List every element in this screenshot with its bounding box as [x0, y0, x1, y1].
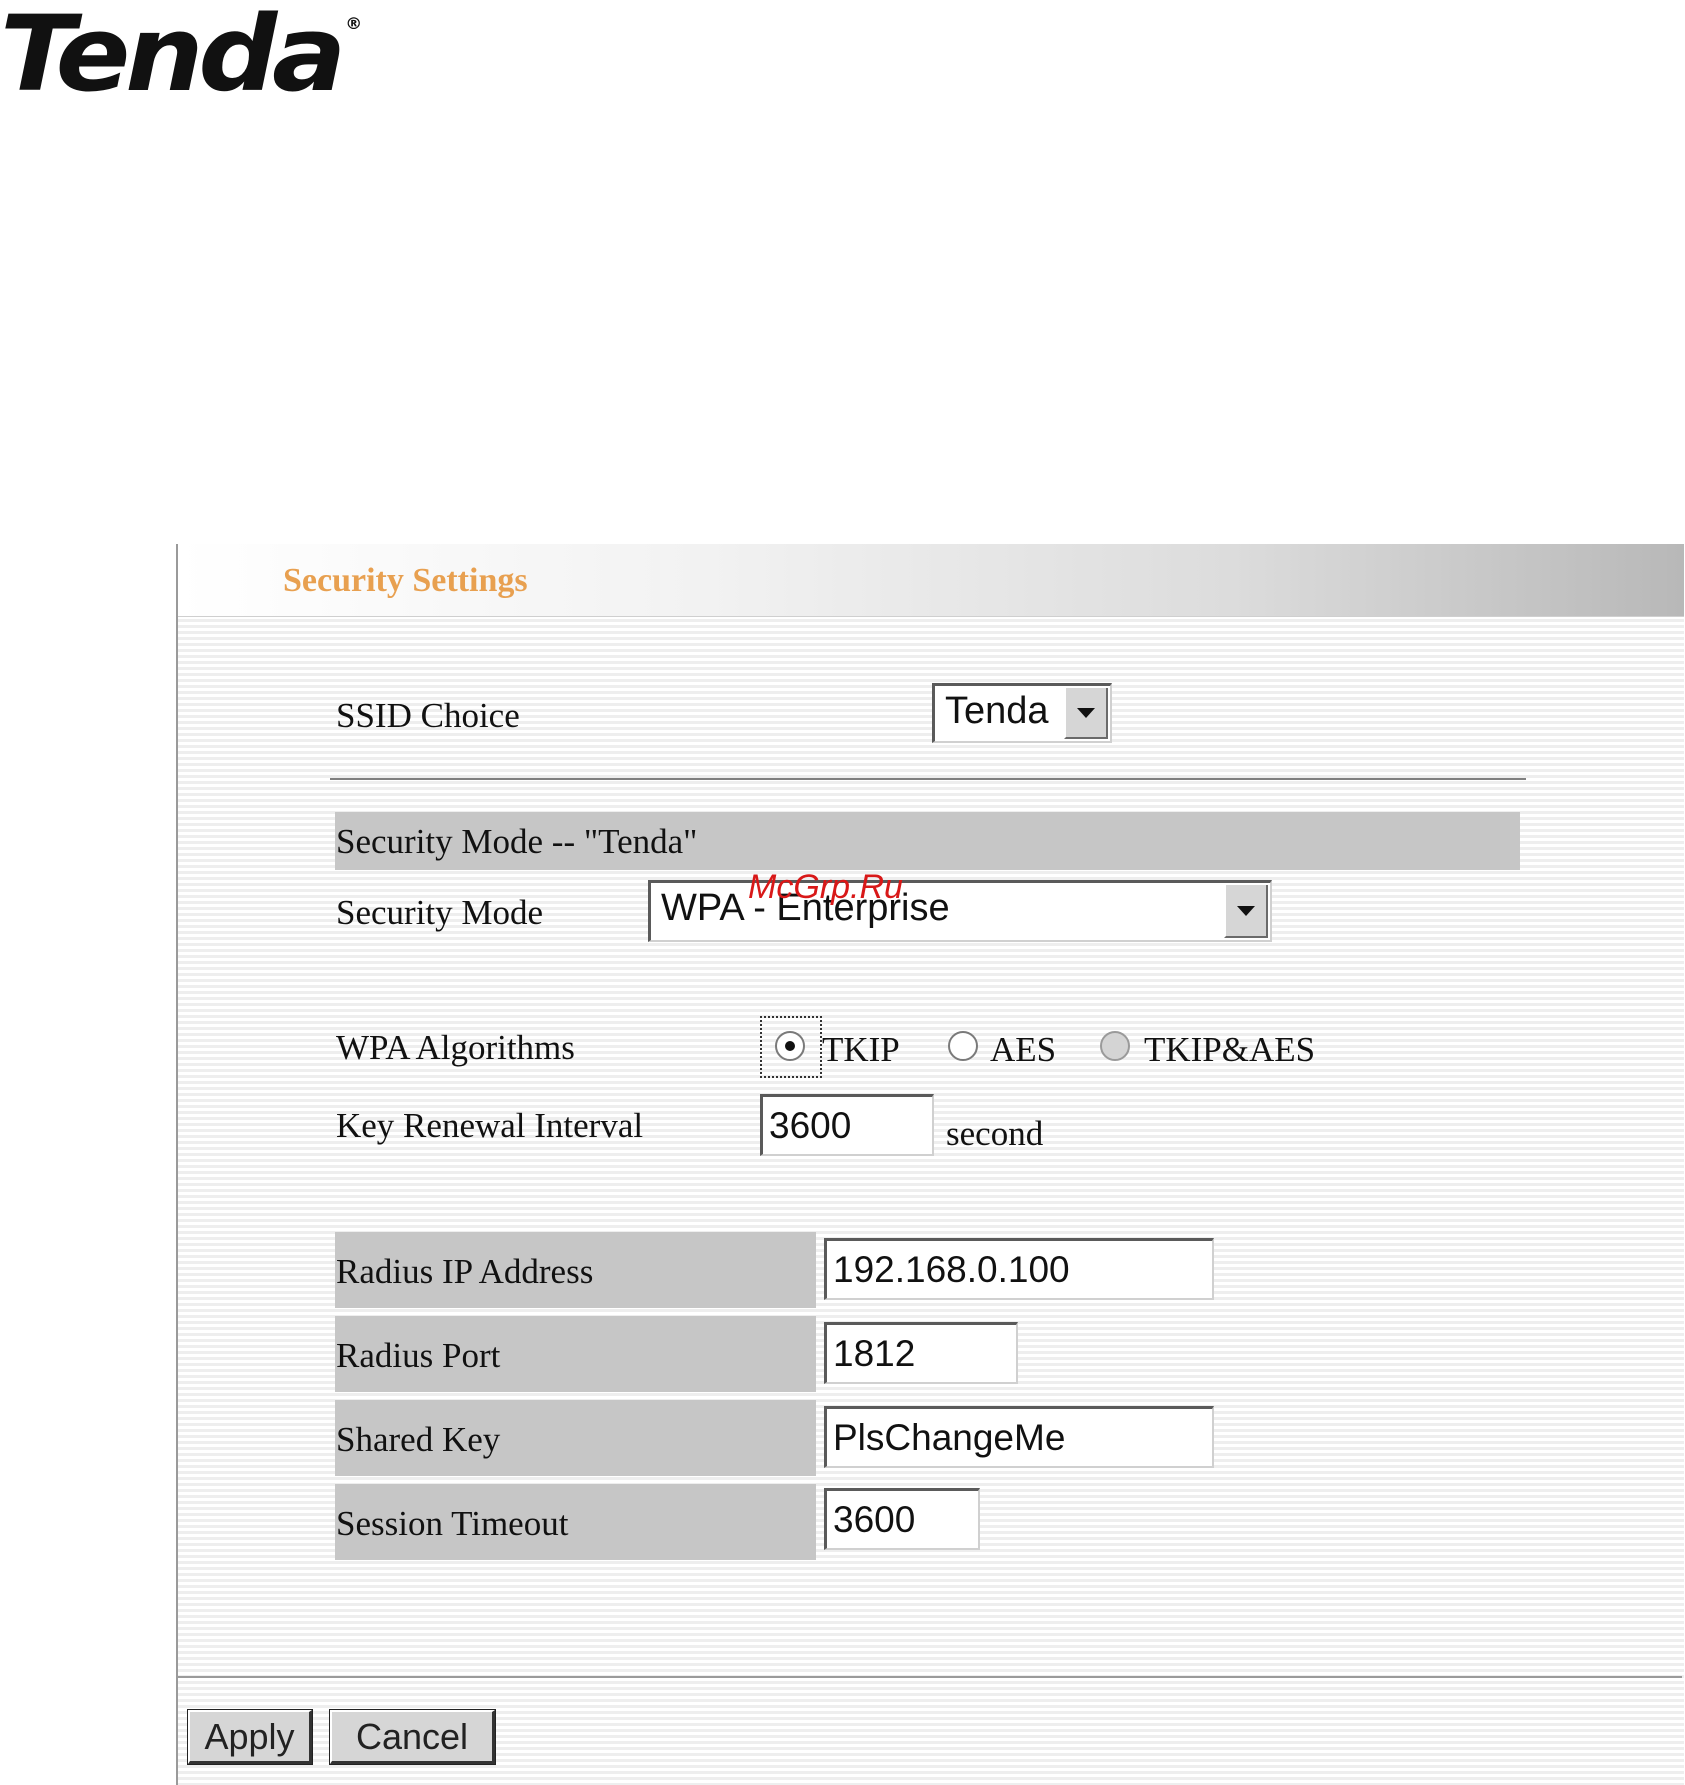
key-renewal-unit: second [946, 1114, 1044, 1153]
key-renewal-input[interactable] [760, 1094, 934, 1156]
radius-ip-input[interactable] [824, 1238, 1214, 1300]
security-mode-select[interactable]: WPA - Enterprise [648, 880, 1272, 942]
radius-ip-label: Radius IP Address [336, 1252, 594, 1291]
radius-port-input[interactable] [824, 1322, 1018, 1384]
panel-header: Security Settings [178, 544, 1684, 617]
radio-tkip-label: TKIP [822, 1030, 900, 1069]
chevron-down-icon [1237, 905, 1255, 916]
ssid-select-value: Tenda [945, 690, 1049, 732]
radio-aes-label: AES [990, 1030, 1057, 1069]
apply-button[interactable]: Apply [187, 1709, 313, 1765]
security-mode-section-title: Security Mode -- "Tenda" [336, 822, 698, 861]
radius-port-label: Radius Port [336, 1336, 501, 1375]
ssid-select-arrow[interactable] [1064, 688, 1108, 739]
registered-mark: ® [345, 14, 363, 33]
radio-tkip[interactable] [775, 1031, 805, 1061]
shared-key-label: Shared Key [336, 1420, 501, 1459]
logo-text: Tenda [0, 0, 346, 115]
radio-tkip-aes[interactable] [1100, 1031, 1130, 1061]
security-mode-select-arrow[interactable] [1224, 885, 1268, 938]
shared-key-input[interactable] [824, 1406, 1214, 1468]
wpa-algorithms-label: WPA Algorithms [336, 1028, 575, 1067]
radio-aes[interactable] [948, 1031, 978, 1061]
tenda-logo: Tenda ® [0, 2, 362, 106]
radio-tkip-aes-label: TKIP&AES [1144, 1030, 1316, 1069]
key-renewal-label: Key Renewal Interval [336, 1106, 644, 1145]
watermark: McGrp.Ru [748, 868, 903, 906]
section-divider [330, 778, 1526, 781]
session-timeout-label: Session Timeout [336, 1504, 569, 1543]
ssid-select[interactable]: Tenda [932, 683, 1112, 743]
cancel-button[interactable]: Cancel [329, 1709, 496, 1765]
session-timeout-input[interactable] [824, 1488, 980, 1550]
footer-divider [176, 1676, 1682, 1678]
panel-title: Security Settings [283, 562, 528, 599]
ssid-choice-label: SSID Choice [336, 696, 520, 735]
chevron-down-icon [1077, 707, 1095, 718]
security-mode-label: Security Mode [336, 893, 544, 932]
